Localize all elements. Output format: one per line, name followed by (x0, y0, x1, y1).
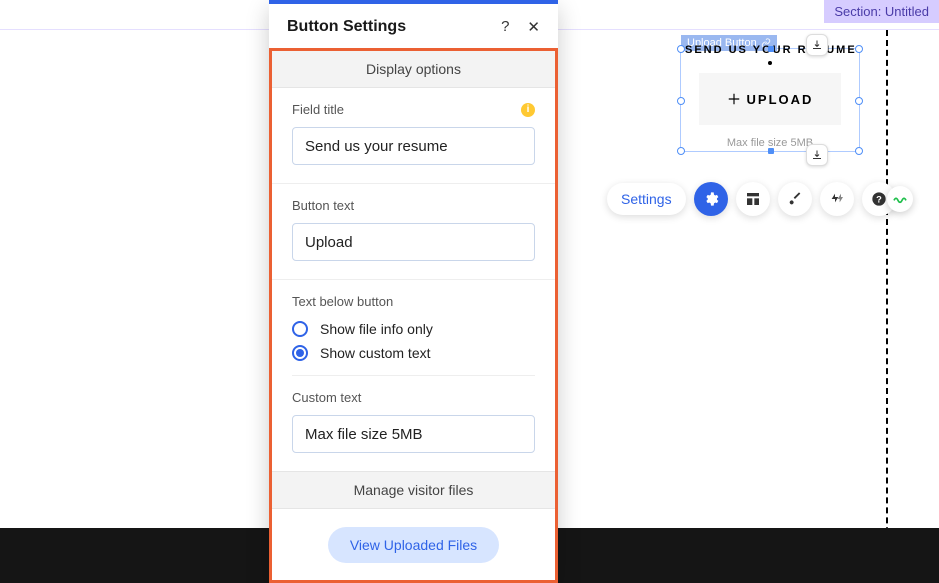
radio-label: Show custom text (320, 345, 431, 361)
download-icon (811, 39, 823, 51)
guide-line (886, 30, 888, 583)
text-below-block: Text below button Show file info only Sh… (272, 280, 555, 471)
panel-title: Button Settings (287, 18, 406, 36)
divider (292, 375, 535, 376)
help-icon: ? (871, 191, 887, 207)
brush-icon (787, 191, 803, 207)
settings-button[interactable]: Settings (607, 183, 686, 215)
text-below-label: Text below button (292, 294, 535, 309)
info-icon[interactable]: i (521, 103, 535, 117)
radio-icon (292, 345, 308, 361)
upload-widget[interactable]: Upload Button SEND US YOUR RESUME UPLOAD… (680, 48, 860, 152)
squiggle-icon (892, 191, 908, 207)
animation-icon (829, 191, 845, 207)
manage-files-header: Manage visitor files (272, 471, 555, 509)
panel-close-button[interactable]: ✕ (527, 18, 540, 36)
resize-handle[interactable] (855, 45, 863, 53)
floating-toolbar: Settings ? (607, 182, 896, 216)
custom-text-label: Custom text (292, 390, 535, 405)
plus-icon (727, 92, 741, 106)
view-uploaded-files-button[interactable]: View Uploaded Files (328, 527, 499, 563)
display-options-header: Display options (272, 51, 555, 88)
button-text-block: Button text (272, 184, 555, 280)
field-title-input[interactable] (292, 127, 535, 165)
download-icon (811, 149, 823, 161)
radio-custom-text[interactable]: Show custom text (292, 345, 535, 361)
widget-upload-label: UPLOAD (747, 92, 814, 107)
button-text-input[interactable] (292, 223, 535, 261)
field-title-label: Field title (292, 102, 344, 117)
radio-icon (292, 321, 308, 337)
resize-handle[interactable] (855, 147, 863, 155)
rotate-handle[interactable] (768, 61, 772, 65)
button-text-label: Button text (292, 198, 535, 213)
animate-button[interactable] (820, 182, 854, 216)
resize-handle[interactable] (768, 46, 774, 52)
resize-handle[interactable] (677, 147, 685, 155)
download-icon-badge[interactable] (806, 34, 828, 56)
layout-icon (745, 191, 761, 207)
custom-text-input[interactable] (292, 415, 535, 453)
widget-upload-button[interactable]: UPLOAD (699, 73, 841, 125)
radio-file-info-only[interactable]: Show file info only (292, 321, 535, 337)
resize-handle[interactable] (768, 148, 774, 154)
resize-handle[interactable] (855, 97, 863, 105)
design-button[interactable] (778, 182, 812, 216)
download-icon-badge[interactable] (806, 144, 828, 166)
panel-header: Button Settings ? ✕ (269, 4, 558, 48)
field-title-block: Field title i (272, 88, 555, 184)
layout-button[interactable] (736, 182, 770, 216)
section-badge[interactable]: Section: Untitled (824, 0, 939, 23)
section-style-button[interactable] (887, 186, 913, 212)
radio-label: Show file info only (320, 321, 433, 337)
resize-handle[interactable] (677, 45, 685, 53)
panel-body: Display options Field title i Button tex… (269, 48, 558, 583)
svg-text:?: ? (876, 194, 882, 204)
panel-help-button[interactable]: ? (501, 18, 509, 36)
settings-panel: Button Settings ? ✕ Display options Fiel… (269, 0, 558, 583)
gear-icon (703, 191, 719, 207)
gear-button[interactable] (694, 182, 728, 216)
resize-handle[interactable] (677, 97, 685, 105)
